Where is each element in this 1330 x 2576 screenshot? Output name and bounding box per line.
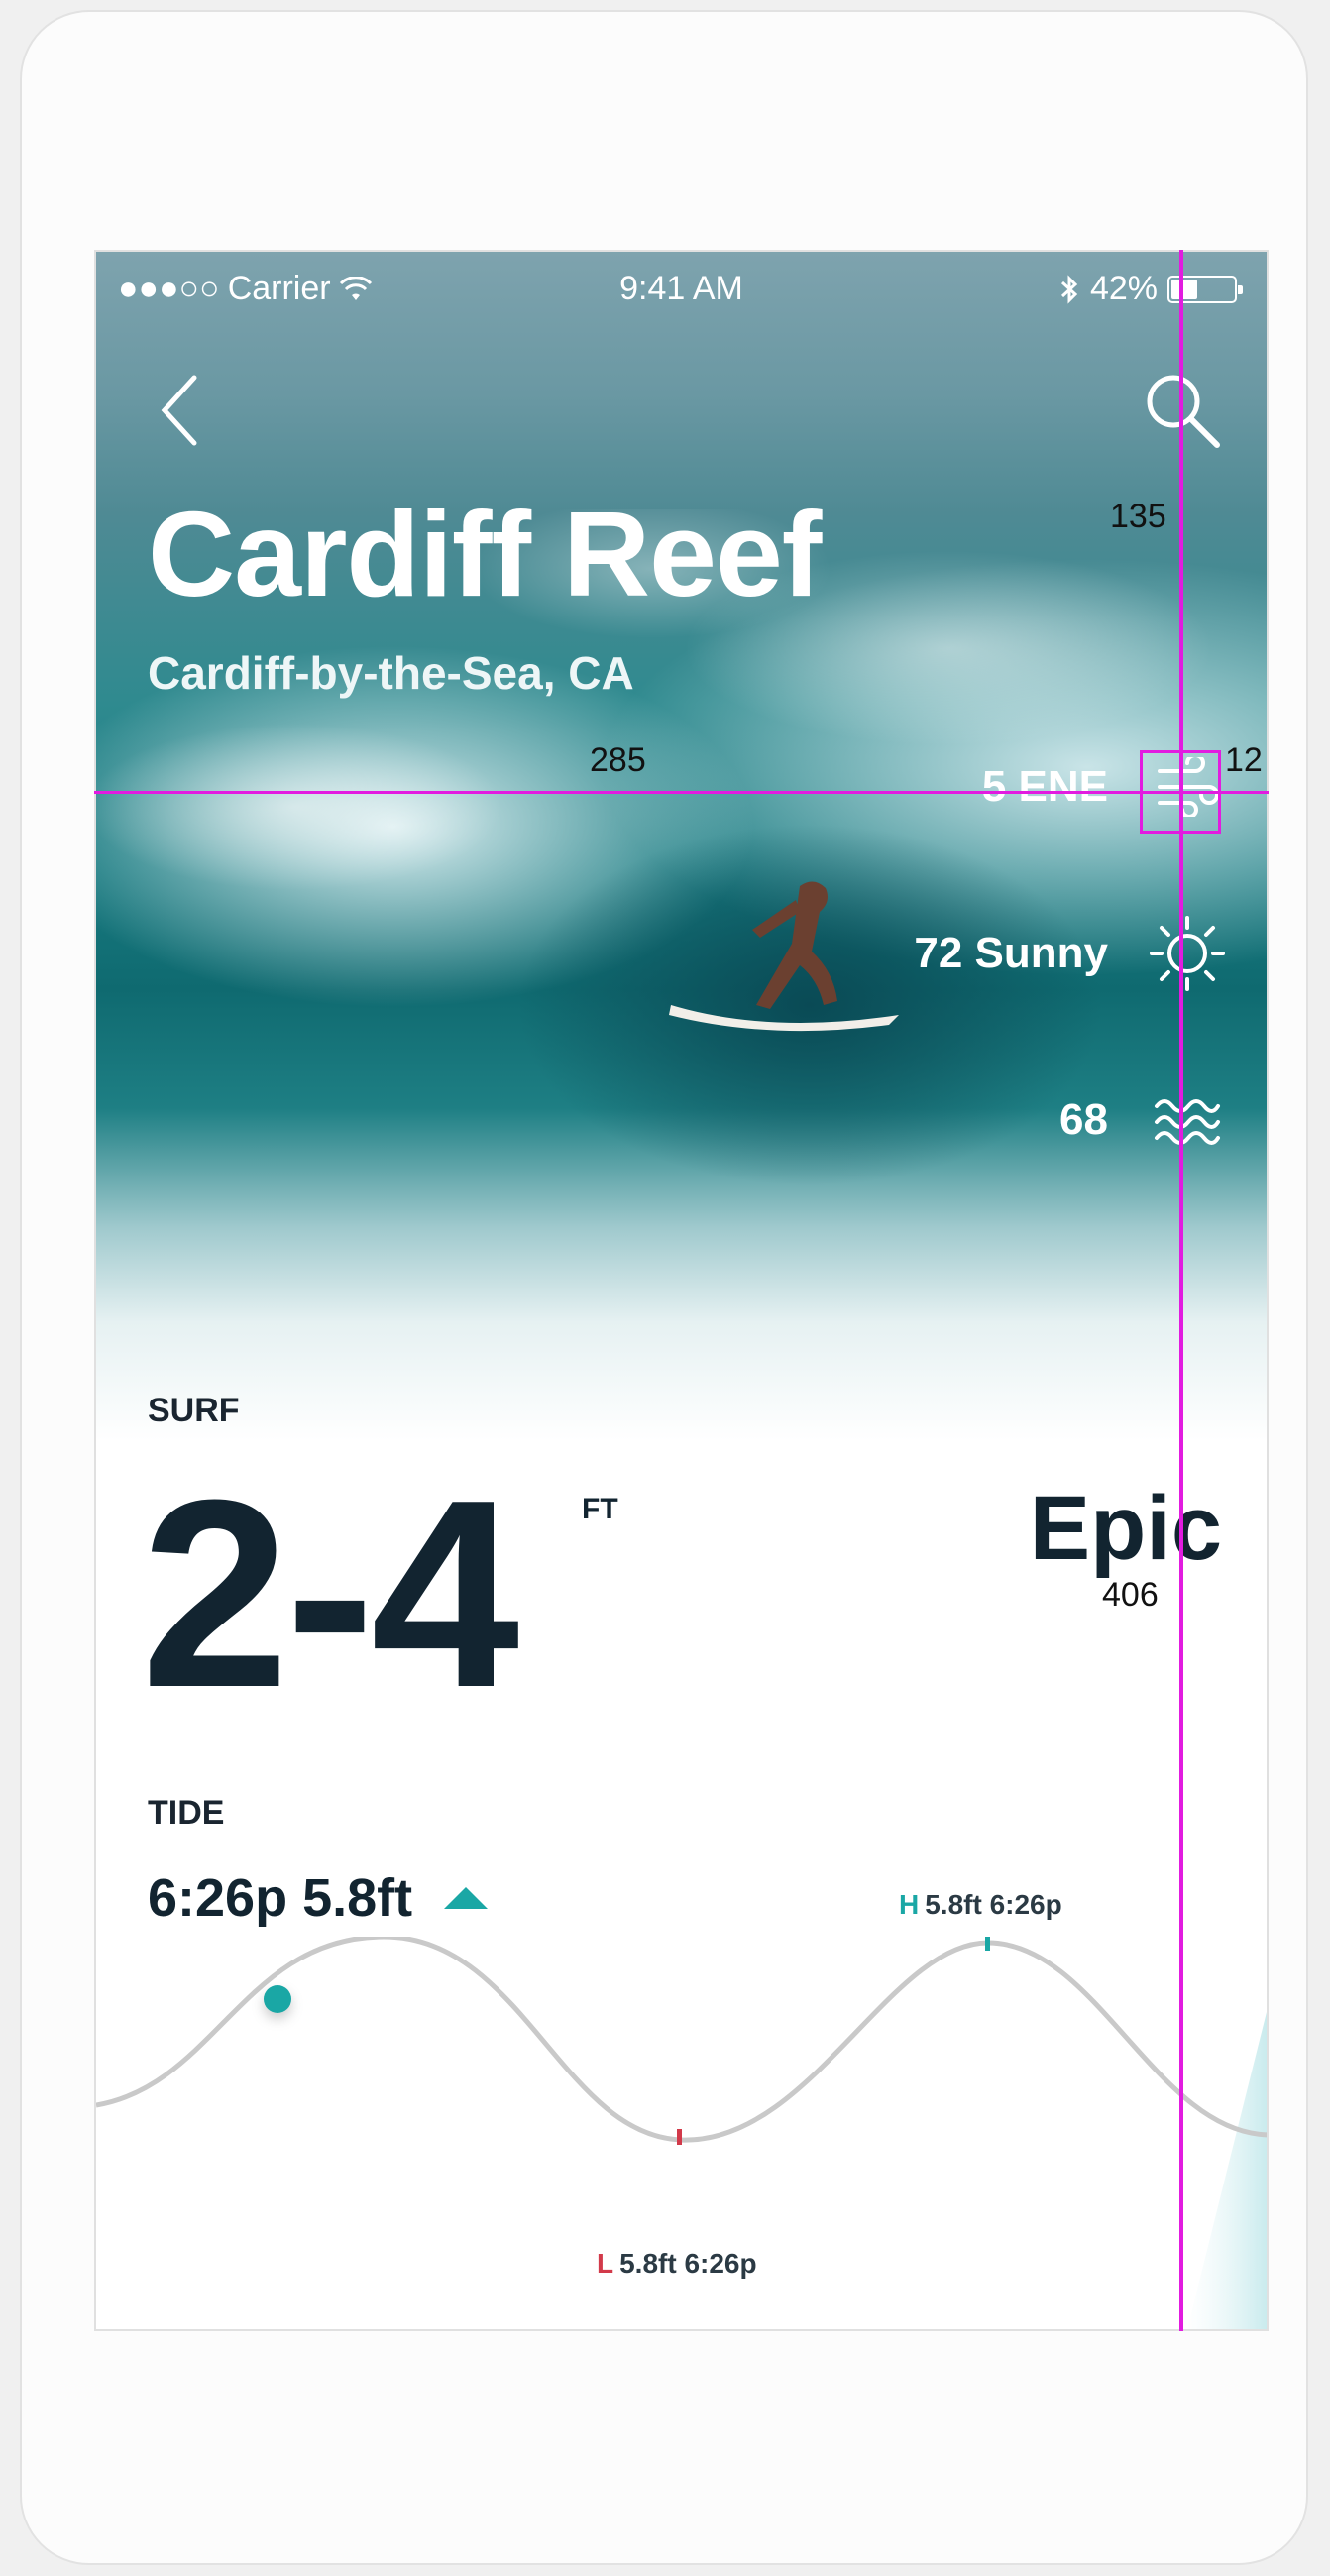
low-tide-text: 5.8ft 6:26p bbox=[619, 2248, 757, 2279]
spot-location: Cardiff-by-the-Sea, CA bbox=[148, 647, 634, 699]
tide-rising-icon bbox=[444, 1887, 489, 1909]
high-tide-tick bbox=[985, 1937, 990, 1951]
high-tide-text: 5.8ft 6:26p bbox=[925, 1889, 1062, 1920]
measure-label-b: 285 bbox=[590, 741, 646, 779]
measure-label-a: 135 bbox=[1110, 498, 1166, 535]
bluetooth-icon bbox=[1060, 274, 1078, 304]
tide-current: 6:26p 5.8ft bbox=[148, 1867, 489, 1929]
measure-label-c: 12 bbox=[1225, 741, 1263, 779]
tide-edge-fill bbox=[1187, 2012, 1267, 2329]
battery-percent: 42% bbox=[1089, 270, 1158, 307]
water-temp-label: 68 bbox=[1059, 1095, 1108, 1144]
status-bar: ●●●○○ Carrier 9:41 AM 42% bbox=[96, 252, 1267, 321]
surf-label: SURF bbox=[148, 1392, 240, 1429]
battery-nub bbox=[1238, 284, 1243, 294]
status-right: 42% bbox=[1058, 270, 1243, 308]
low-tide-label: L 5.8ft 6:26p bbox=[597, 2248, 757, 2280]
app-screen: ●●●○○ Carrier 9:41 AM 42% Cardiff Reef C… bbox=[94, 250, 1269, 2331]
tide-current-value: 6:26p 5.8ft bbox=[148, 1868, 413, 1928]
hero-image bbox=[96, 252, 1267, 1441]
tide-label: TIDE bbox=[148, 1794, 225, 1832]
surf-unit: FT bbox=[582, 1493, 618, 1525]
chevron-left-icon bbox=[161, 375, 197, 446]
low-tide-marker: L bbox=[597, 2248, 614, 2279]
water-temp-icon bbox=[1148, 1080, 1227, 1160]
battery-fill bbox=[1171, 279, 1198, 299]
guide-horizontal bbox=[94, 791, 1269, 794]
high-tide-marker: H bbox=[899, 1889, 920, 1920]
high-tide-label: H 5.8ft 6:26p bbox=[899, 1889, 1062, 1921]
weather-label: 72 Sunny bbox=[914, 929, 1108, 977]
guide-box bbox=[1140, 750, 1221, 834]
surfer-figure bbox=[669, 881, 899, 1032]
wind-label: 5 ENE bbox=[981, 762, 1108, 811]
surf-rating: Epic bbox=[1029, 1478, 1222, 1579]
surf-height: 2-4 bbox=[141, 1445, 519, 1743]
measure-label-d: 406 bbox=[1102, 1576, 1159, 1614]
sun-icon bbox=[1148, 914, 1227, 993]
tide-curve bbox=[96, 1937, 1267, 2143]
guide-vertical bbox=[1179, 250, 1183, 2331]
spot-title: Cardiff Reef bbox=[148, 487, 822, 621]
low-tide-tick bbox=[677, 2129, 682, 2145]
back-button[interactable] bbox=[151, 366, 210, 455]
condition-water: 68 bbox=[1059, 1080, 1227, 1160]
tide-current-marker[interactable] bbox=[264, 1985, 291, 2013]
battery-icon bbox=[1167, 275, 1243, 303]
